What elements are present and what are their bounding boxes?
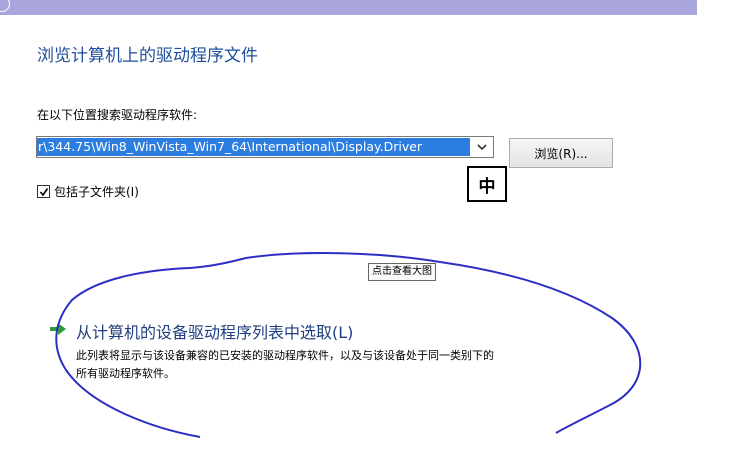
ime-mode-indicator[interactable]: 中	[467, 166, 507, 202]
back-button[interactable]	[0, 0, 10, 12]
checkmark-icon	[39, 187, 48, 196]
search-location-label: 在以下位置搜索驱动程序软件:	[37, 108, 198, 122]
arrow-right-icon	[50, 323, 66, 335]
include-subfolders-label: 包括子文件夹(I)	[54, 185, 139, 199]
path-dropdown-button[interactable]	[471, 137, 493, 157]
browse-button[interactable]: 浏览(R)...	[509, 138, 613, 168]
chevron-down-icon	[477, 143, 487, 150]
include-subfolders-checkbox[interactable]	[37, 185, 50, 198]
description-line-1: 此列表将显示与该设备兼容的已安装的驱动程序软件，以及与该设备处于同一类别下的	[76, 349, 494, 362]
include-subfolders-option[interactable]: 包括子文件夹(I)	[37, 183, 139, 200]
driver-path-input[interactable]: r\344.75\Win8_WinVista_Win7_64\Internati…	[37, 138, 470, 156]
enlarge-image-tip[interactable]: 点击查看大图	[368, 263, 436, 281]
driver-path-combobox[interactable]: r\344.75\Win8_WinVista_Win7_64\Internati…	[36, 136, 494, 158]
page-title: 浏览计算机上的驱动程序文件	[37, 46, 258, 66]
pick-from-list-description: 此列表将显示与该设备兼容的已安装的驱动程序软件，以及与该设备处于同一类别下的 所…	[76, 347, 641, 383]
window-titlebar	[0, 0, 697, 15]
pick-from-list-link[interactable]: 从计算机的设备驱动程序列表中选取(L)	[76, 319, 353, 343]
description-line-2: 所有驱动程序软件。	[76, 367, 175, 380]
